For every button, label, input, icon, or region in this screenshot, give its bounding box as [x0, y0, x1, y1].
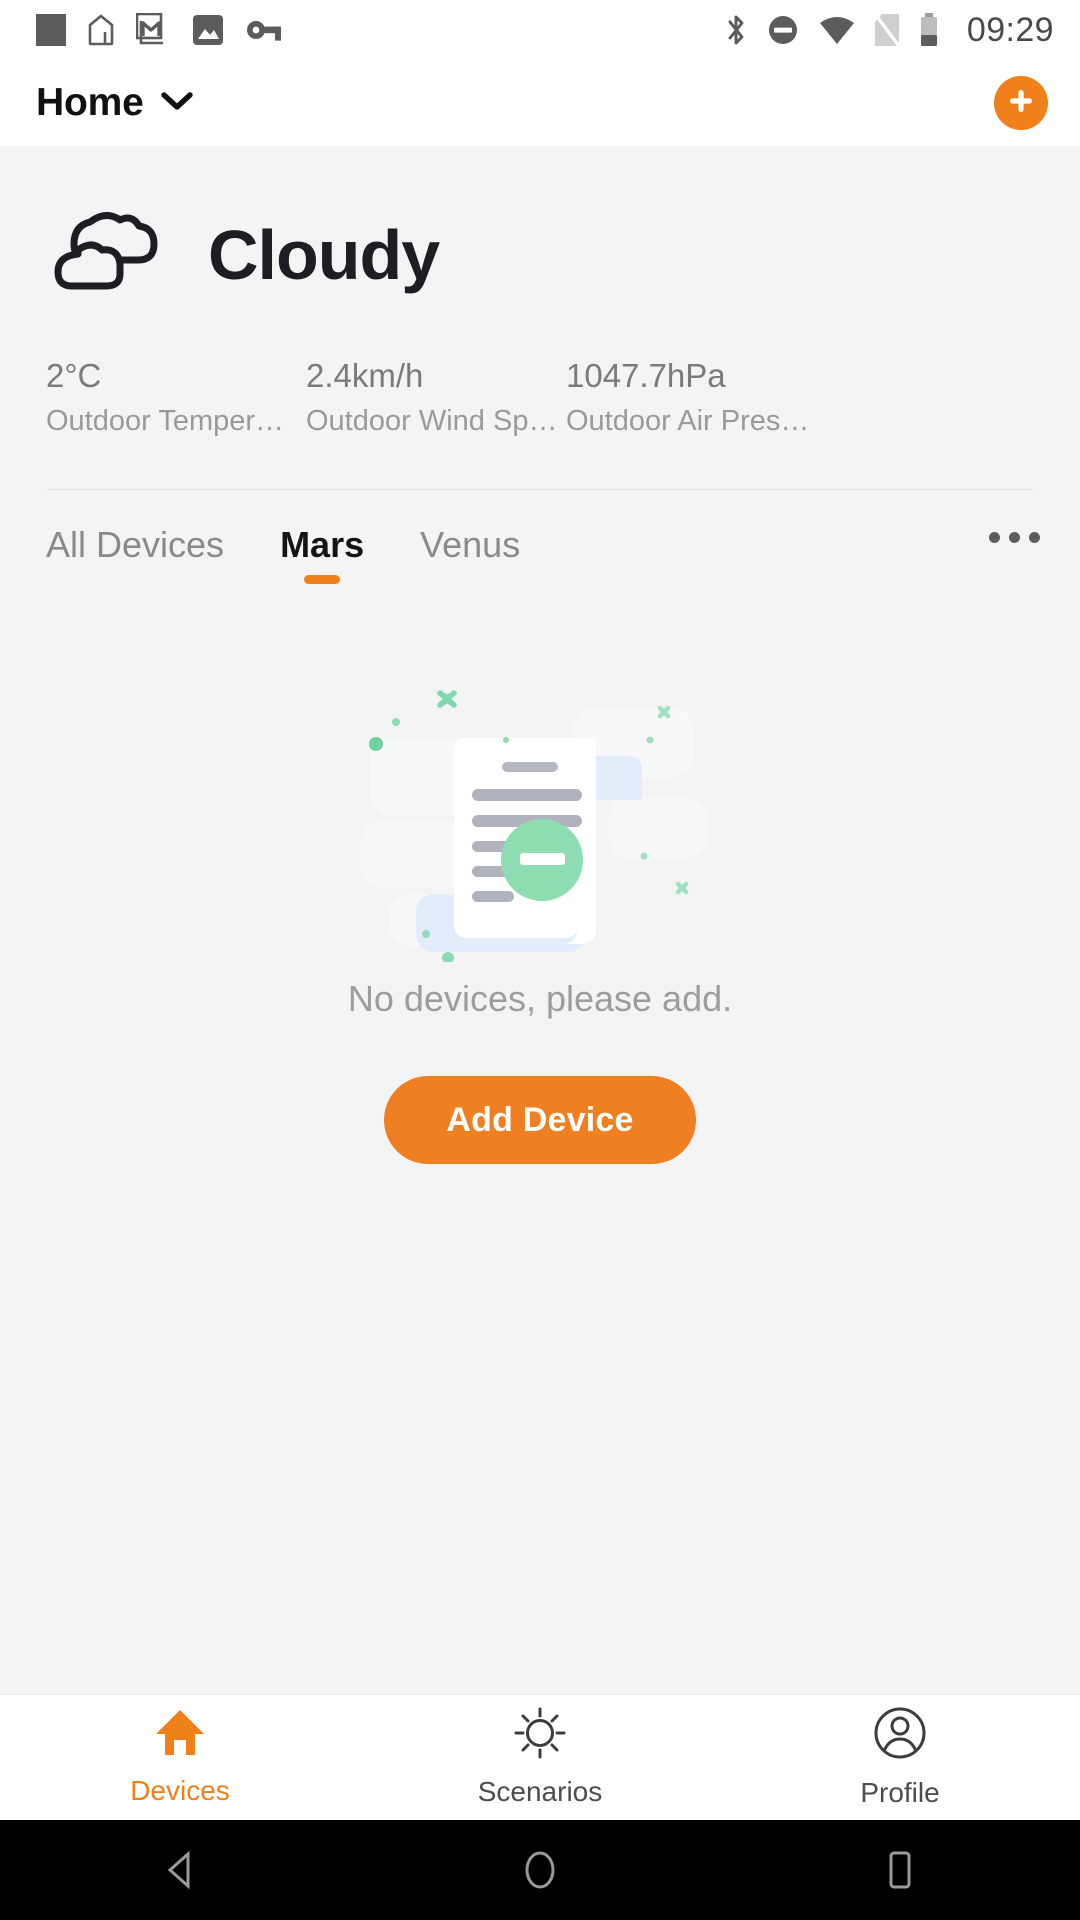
weather-stat-value: 1047.7hPa — [566, 357, 726, 394]
nav-item-label: Scenarios — [477, 1776, 603, 1807]
nav-item-label: Devices — [130, 1775, 230, 1806]
weather-condition: Cloudy — [208, 215, 440, 294]
do-not-disturb-icon — [765, 12, 801, 48]
weather-card[interactable]: Cloudy 2°C Outdoor Temper… 2.4km/h Outdo… — [0, 146, 1080, 441]
photo-icon — [192, 14, 224, 46]
status-bar-right-icons: 09:29 — [724, 11, 1054, 50]
more-horizontal-icon[interactable] — [989, 524, 1040, 543]
recents-icon[interactable] — [720, 1848, 1080, 1892]
home-label: Home — [36, 81, 144, 124]
sun-icon — [513, 1707, 567, 1764]
room-tabs: All Devices Mars Venus — [0, 490, 1080, 584]
content-area: Cloudy 2°C Outdoor Temper… 2.4km/h Outdo… — [0, 146, 1080, 1694]
cloud-icon — [46, 206, 170, 303]
home-icon[interactable] — [360, 1847, 720, 1893]
weather-stat-air-pressure: 1047.7hPa Outdoor Air Pres… — [566, 355, 826, 441]
tab-label: All Devices — [46, 523, 225, 565]
phone-screen: 09:29 Home Cloudy 2°C Outdoor Temper… 2.… — [0, 0, 1080, 1920]
weather-stat-wind-speed: 2.4km/h Outdoor Wind Sp… — [306, 355, 566, 441]
status-bar: 09:29 — [0, 0, 1080, 60]
no-devices-document-icon — [360, 672, 720, 964]
nav-item-devices[interactable]: Devices — [0, 1708, 360, 1807]
weather-stats: 2°C Outdoor Temper… 2.4km/h Outdoor Wind… — [46, 355, 1034, 441]
nav-item-profile[interactable]: Profile — [720, 1706, 1080, 1809]
status-bar-left-icons — [36, 12, 282, 48]
tab-venus[interactable]: Venus — [420, 524, 520, 584]
home-selector[interactable]: Home — [36, 81, 194, 125]
tab-mars[interactable]: Mars — [280, 524, 364, 584]
key-icon — [246, 17, 282, 43]
weather-stat-temperature: 2°C Outdoor Temper… — [46, 355, 306, 441]
android-navigation-bar — [0, 1820, 1080, 1920]
back-icon[interactable] — [0, 1849, 360, 1891]
tab-all-devices[interactable]: All Devices — [46, 524, 224, 584]
nav-item-label: Profile — [860, 1777, 940, 1808]
no-sim-icon — [873, 12, 901, 48]
app-header: Home — [0, 60, 1080, 146]
battery-icon — [918, 12, 940, 48]
weather-stat-label: Outdoor Air Pres… — [566, 405, 810, 438]
chevron-down-icon — [160, 90, 194, 117]
tab-active-indicator — [304, 574, 341, 584]
account-circle-icon — [873, 1706, 927, 1765]
plus-icon — [1006, 86, 1036, 121]
empty-state: No devices, please add. Add Device — [0, 584, 1080, 1694]
status-bar-clock: 09:29 — [966, 10, 1054, 49]
wifi-icon — [818, 15, 856, 45]
nav-item-scenarios[interactable]: Scenarios — [360, 1707, 720, 1808]
gmail-icon — [136, 13, 170, 47]
home-outline-icon — [88, 13, 114, 47]
add-button[interactable] — [994, 76, 1048, 130]
weather-headline: Cloudy — [46, 206, 1034, 303]
add-device-button[interactable]: Add Device — [384, 1075, 696, 1164]
tab-label: Mars — [280, 523, 365, 565]
empty-state-message: No devices, please add. — [347, 977, 733, 1019]
weather-stat-label: Outdoor Wind Sp… — [306, 405, 558, 438]
bluetooth-icon — [724, 12, 748, 48]
app-placeholder-icon — [36, 12, 66, 48]
weather-stat-label: Outdoor Temper… — [46, 405, 285, 438]
tab-label: Venus — [420, 523, 521, 565]
home-filled-icon — [153, 1708, 207, 1763]
bottom-navigation: Devices Scenarios Profile — [0, 1694, 1080, 1820]
weather-stat-value: 2.4km/h — [306, 357, 424, 394]
weather-stat-value: 2°C — [46, 357, 102, 394]
